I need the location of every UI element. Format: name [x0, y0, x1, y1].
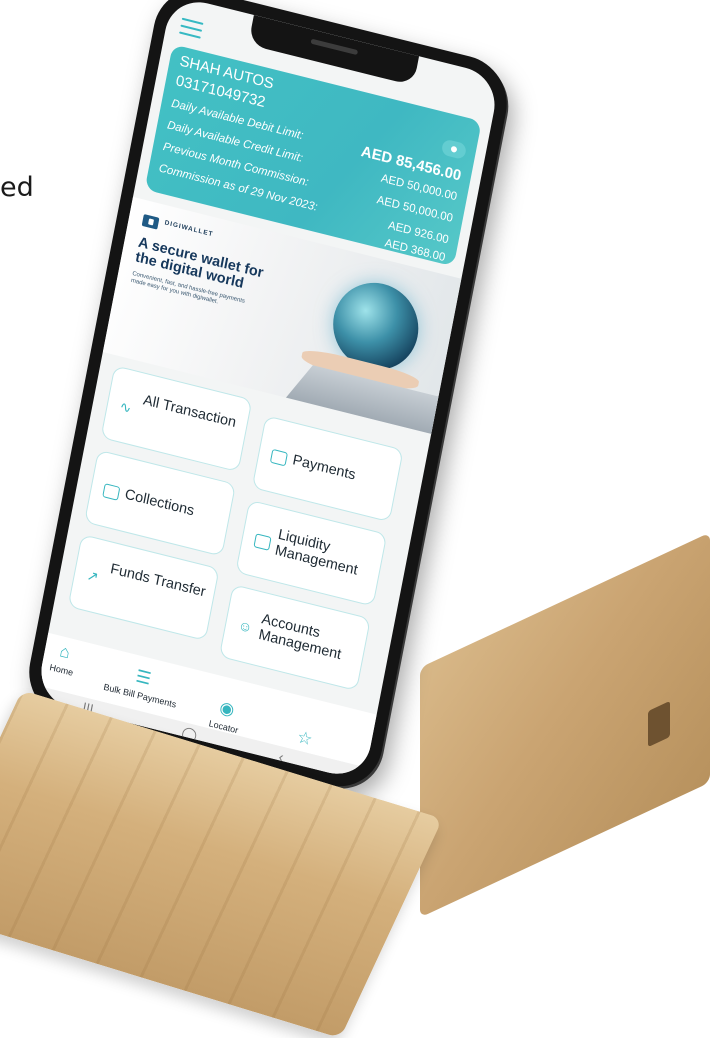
banner-brand: DIGIWALLET	[163, 219, 214, 239]
activity-icon: ∿	[118, 397, 133, 417]
back-icon[interactable]: ‹	[277, 748, 285, 765]
tile-label: Accounts Management	[257, 611, 343, 664]
home-icon: ⌂	[58, 641, 72, 663]
digiwallet-logo-icon	[141, 214, 160, 230]
star-icon: ☆	[295, 727, 315, 750]
transfer-icon: ↗	[85, 566, 101, 586]
location-pin-icon: ◉	[218, 697, 237, 720]
tile-label: Funds Transfer	[109, 561, 207, 601]
wallet-icon	[102, 483, 121, 501]
nav-home[interactable]: ⌂ Home	[35, 634, 105, 685]
cash-icon	[253, 533, 272, 551]
document-icon: ☰	[134, 666, 153, 689]
payments-icon	[269, 448, 289, 467]
nav-bulk-bill-payments[interactable]: ☰ Bulk Bill Payments	[100, 660, 184, 711]
tile-label: All Transaction	[141, 392, 238, 432]
eye-icon[interactable]	[440, 138, 468, 161]
hamburger-menu-icon[interactable]	[179, 17, 204, 39]
users-icon: ☺	[236, 616, 254, 636]
tile-label: Collections	[123, 486, 196, 520]
background-partial-text: ed	[0, 172, 34, 203]
tile-label: Liquidity Management	[273, 526, 359, 579]
tile-label: Payments	[291, 452, 357, 484]
nav-label: Home	[48, 662, 75, 678]
speaker-grille	[310, 38, 359, 56]
